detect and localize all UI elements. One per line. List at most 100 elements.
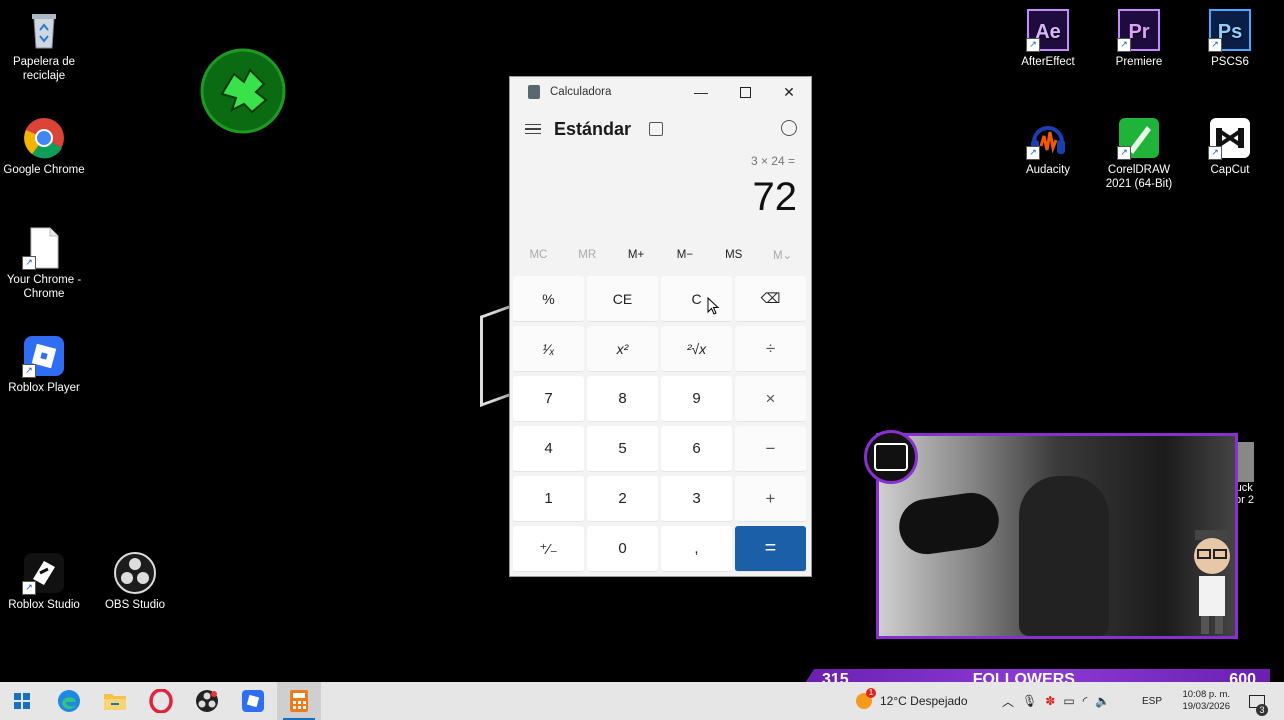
taskbar-obs[interactable]: [185, 682, 229, 720]
desktop-icon-partial[interactable]: ruck tor 2: [1232, 442, 1284, 522]
desktop-icon-label: Papelera de reciclaje: [12, 56, 76, 82]
square-button[interactable]: x²: [587, 326, 658, 372]
keep-on-top-icon[interactable]: [649, 122, 664, 136]
memory-subtract-button[interactable]: M−: [661, 249, 709, 261]
taskbar-roblox[interactable]: [231, 682, 275, 720]
hamburger-menu-icon[interactable]: [525, 121, 541, 138]
shortcut-arrow-icon: ↗: [22, 581, 36, 595]
memory-add-button[interactable]: M+: [612, 249, 660, 261]
expression-display: 3 × 24 =: [750, 154, 795, 168]
memory-store-button[interactable]: MS: [710, 249, 758, 261]
chevron-up-icon[interactable]: ︿: [1002, 693, 1014, 710]
desktop-icon-label: CorelDRAW 2021 (64-Bit): [1105, 164, 1173, 190]
maximize-button[interactable]: [723, 77, 767, 107]
backspace-button[interactable]: ⌫: [735, 276, 806, 322]
title-bar[interactable]: Calculadora — ✕: [510, 77, 811, 107]
shortcut-arrow-icon: ↗: [1026, 146, 1040, 160]
clear-entry-button[interactable]: CE: [587, 276, 658, 322]
memory-clear-button[interactable]: MC: [514, 249, 562, 261]
webcam-overlay: [876, 433, 1238, 639]
bluetooth-icon[interactable]: ✽: [1045, 694, 1055, 708]
clock[interactable]: 10:08 p. m. 19/03/2026: [1174, 682, 1230, 720]
shortcut-arrow-icon: ↗: [1208, 38, 1222, 52]
edge-icon: [58, 690, 80, 712]
close-button[interactable]: ✕: [767, 77, 811, 107]
clear-button[interactable]: C: [661, 276, 732, 322]
language-indicator[interactable]: ESP: [1142, 682, 1162, 720]
desktop-icon-photoshop[interactable]: Ps ↗ PSCS6: [1186, 8, 1274, 69]
desktop-icon-chrome[interactable]: Google Chrome: [0, 116, 88, 177]
desktop-icon-label: CapCut: [1210, 164, 1250, 176]
photoshop-icon: Ps ↗: [1208, 8, 1252, 52]
multiply-button[interactable]: ×: [735, 376, 806, 422]
memory-list-button[interactable]: M⌄: [759, 248, 807, 262]
desktop-icon-label: Roblox Player: [8, 382, 80, 394]
taskbar-file-explorer[interactable]: [93, 682, 137, 720]
digit-9-button[interactable]: 9: [661, 376, 732, 422]
notification-center-button[interactable]: 3: [1242, 682, 1272, 720]
mode-title: Estándar: [554, 118, 632, 139]
system-tray-icons: ︿ 🎙 ✽ ▭ ◜ 🔈: [1002, 682, 1110, 720]
audacity-icon: ↗: [1026, 116, 1070, 160]
equals-button[interactable]: =: [735, 526, 806, 572]
calculator-app-icon: [528, 85, 540, 99]
desktop-icon-capcut[interactable]: ↗ CapCut: [1186, 116, 1274, 177]
minimize-button[interactable]: —: [679, 77, 723, 107]
weather-widget[interactable]: 1 12°C Despejado: [856, 682, 968, 720]
taskbar-edge[interactable]: [47, 682, 91, 720]
desktop-icon-roblox-studio[interactable]: ↗ Roblox Studio: [0, 551, 88, 612]
digit-4-button[interactable]: 4: [513, 426, 584, 472]
desktop-icon-obs[interactable]: OBS Studio: [91, 551, 179, 612]
chrome-icon: [22, 116, 66, 160]
shortcut-arrow-icon: ↗: [1026, 38, 1040, 52]
recycle-bin-icon: [22, 8, 66, 52]
digit-3-button[interactable]: 3: [661, 476, 732, 522]
divide-button[interactable]: ÷: [735, 326, 806, 372]
history-icon[interactable]: [781, 120, 797, 136]
digit-6-button[interactable]: 6: [661, 426, 732, 472]
desktop-icon-label: Roblox Studio: [8, 599, 80, 611]
desktop-icon-your-chrome[interactable]: ↗ Your Chrome - Chrome: [0, 226, 88, 301]
reciprocal-button[interactable]: ¹⁄ₓ: [513, 326, 584, 372]
memory-recall-button[interactable]: MR: [563, 249, 611, 261]
taskbar-calculator[interactable]: [277, 682, 321, 720]
notification-count: 3: [1256, 704, 1268, 716]
obs-icon: [196, 690, 218, 712]
desktop-icon-recycle-bin[interactable]: Papelera de reciclaje: [0, 8, 88, 83]
start-button[interactable]: [0, 682, 44, 720]
decimal-button[interactable]: ,: [661, 526, 732, 572]
close-icon: ✕: [783, 83, 795, 100]
calculator-window[interactable]: Calculadora — ✕ Estándar 3 × 24 = 72 MC …: [509, 76, 812, 577]
digit-7-button[interactable]: 7: [513, 376, 584, 422]
digit-0-button[interactable]: 0: [587, 526, 658, 572]
subtract-button[interactable]: −: [735, 426, 806, 472]
percent-button[interactable]: %: [513, 276, 584, 322]
desktop-icon-coreldraw[interactable]: ↗ CorelDRAW 2021 (64-Bit): [1095, 116, 1183, 191]
after-effects-icon: Ae ↗: [1026, 8, 1070, 52]
desktop-icon-aftereffect[interactable]: Ae ↗ AfterEffect: [1004, 8, 1092, 69]
negate-button[interactable]: ⁺⁄₋: [513, 526, 584, 572]
volume-icon[interactable]: 🔈: [1095, 694, 1110, 708]
desktop-icon-label: Google Chrome: [3, 164, 85, 176]
desktop-icon-premiere[interactable]: Pr ↗ Premiere: [1095, 8, 1183, 69]
square-root-button[interactable]: ²√x: [661, 326, 732, 372]
digit-5-button[interactable]: 5: [587, 426, 658, 472]
taskbar-opera[interactable]: [139, 682, 183, 720]
add-button[interactable]: +: [735, 476, 806, 522]
roblox-player-icon: ↗: [22, 334, 66, 378]
digit-8-button[interactable]: 8: [587, 376, 658, 422]
battery-icon[interactable]: ▭: [1063, 694, 1074, 708]
shortcut-arrow-icon: ↗: [1117, 146, 1131, 160]
taskbar: 1 12°C Despejado ︿ 🎙 ✽ ▭ ◜ 🔈 ESP 10:08 p…: [0, 682, 1284, 720]
notification-dot: 1: [866, 688, 876, 698]
clock-date: 19/03/2026: [1182, 701, 1230, 712]
weather-text: 12°C Despejado: [880, 694, 968, 708]
obs-icon: [113, 551, 157, 595]
microphone-icon[interactable]: 🎙: [1022, 694, 1037, 708]
desktop-icon-audacity[interactable]: ↗ Audacity: [1004, 116, 1092, 177]
desktop-icon-roblox-player[interactable]: ↗ Roblox Player: [0, 334, 88, 395]
wifi-icon[interactable]: ◜: [1083, 694, 1088, 708]
digit-2-button[interactable]: 2: [587, 476, 658, 522]
digit-1-button[interactable]: 1: [513, 476, 584, 522]
shortcut-arrow-icon: ↗: [1117, 38, 1131, 52]
